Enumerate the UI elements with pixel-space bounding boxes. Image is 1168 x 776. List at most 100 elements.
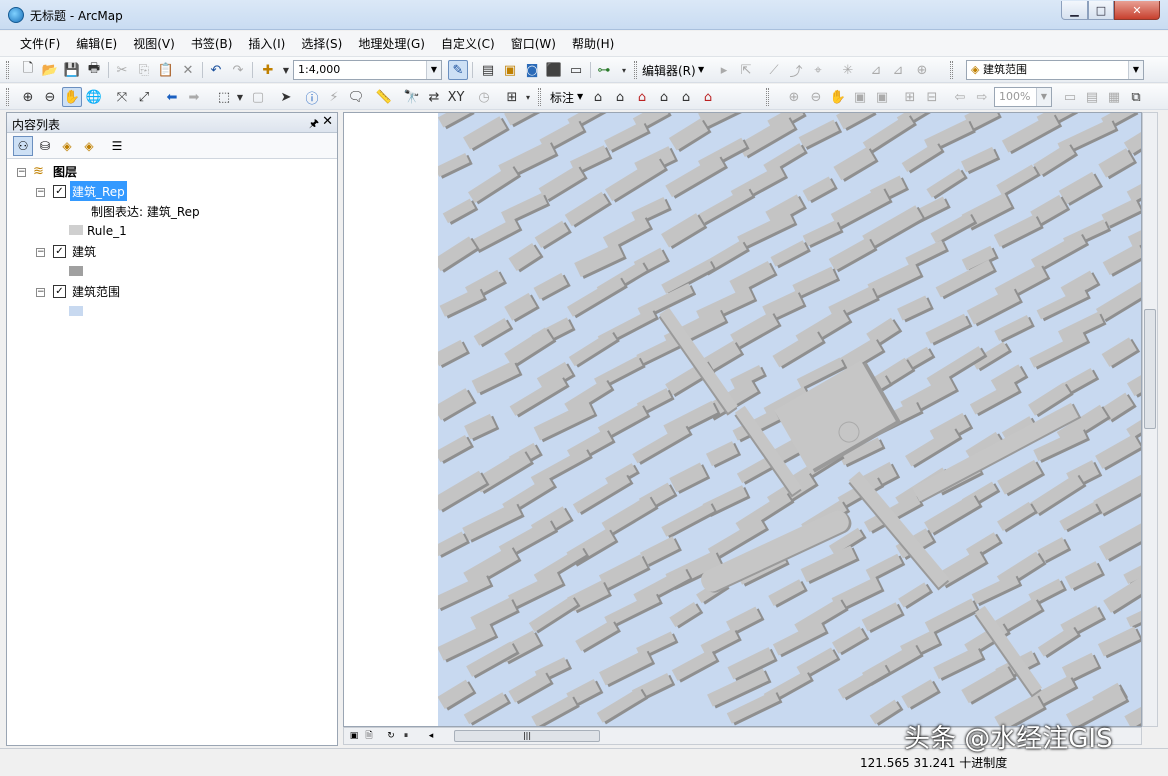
toolbar-overflow-icon[interactable]: ▾ <box>518 87 538 107</box>
straight-segment-icon[interactable]: ⟋ <box>764 60 784 80</box>
zoom-out-icon[interactable]: ⊖ <box>40 87 60 107</box>
zoom-percent-combo[interactable]: 100% ▼ <box>994 87 1052 107</box>
refresh-view-icon[interactable]: ↻ <box>384 730 398 743</box>
label-manager-icon[interactable]: ⌂ <box>588 87 608 107</box>
redo-icon[interactable]: ↷ <box>228 60 248 80</box>
horizontal-scroll-thumb[interactable]: ||| <box>454 730 600 742</box>
catalog-icon[interactable]: ▣ <box>500 60 520 80</box>
toolbar-grip[interactable] <box>766 88 769 106</box>
menu-geoprocessing[interactable]: 地理处理(G) <box>350 33 433 55</box>
layer-name-extent[interactable]: 建筑范围 <box>72 281 120 301</box>
edit-annotation-icon[interactable]: ⇱ <box>736 60 756 80</box>
menu-customize[interactable]: 自定义(C) <box>433 33 503 55</box>
clear-selection-icon[interactable]: ▢ <box>248 87 268 107</box>
undo-icon[interactable]: ↶ <box>206 60 226 80</box>
fixed-layout-zoom-out-icon[interactable]: ⊟ <box>922 87 942 107</box>
full-extent-icon[interactable]: 🌐 <box>84 87 104 107</box>
editor-menu[interactable]: 编辑器(R) <box>642 62 696 79</box>
target-layer-combo[interactable]: ◈ 建筑范围 ▼ <box>966 60 1144 80</box>
map-display[interactable] <box>343 112 1142 727</box>
layer-name-rep[interactable]: 建筑_Rep <box>70 181 127 201</box>
list-by-source-icon[interactable]: ⛁ <box>35 136 55 156</box>
toggle-draft-mode-icon[interactable]: ▭ <box>1060 87 1080 107</box>
toolbar-grip[interactable] <box>6 88 9 106</box>
menu-bookmarks[interactable]: 书签(B) <box>183 33 241 55</box>
cut-polygons-icon[interactable]: ⊕ <box>912 60 932 80</box>
unplaced-labels-icon[interactable]: ⌂ <box>698 87 718 107</box>
layout-forward-icon[interactable]: ⇨ <box>972 87 992 107</box>
vertical-scrollbar[interactable] <box>1142 112 1158 727</box>
toolbar-overflow-icon[interactable]: ▾ <box>614 60 634 80</box>
chevron-down-icon[interactable]: ▼ <box>1128 61 1143 79</box>
focus-data-frame-icon[interactable]: ▤ <box>1082 87 1102 107</box>
rule-symbol-swatch[interactable] <box>69 225 83 235</box>
go-to-xy-icon[interactable]: XY <box>446 87 466 107</box>
add-data-icon[interactable]: ✚ <box>258 60 278 80</box>
layout-view-icon[interactable]: 🗎 <box>362 730 376 743</box>
layer-visibility-checkbox[interactable]: ✓ <box>53 185 66 198</box>
pause-labeling-icon[interactable]: ⌂ <box>654 87 674 107</box>
chevron-down-icon[interactable]: ▼ <box>426 61 441 79</box>
point-icon[interactable]: ✳ <box>838 60 858 80</box>
collapse-layer-icon[interactable]: − <box>36 248 45 257</box>
forward-extent-icon[interactable]: ➡ <box>184 87 204 107</box>
zoom-whole-page-icon[interactable]: ▣ <box>850 87 870 107</box>
delete-icon[interactable]: ✕ <box>178 60 198 80</box>
maximize-button[interactable]: □ <box>1088 1 1114 20</box>
options-icon[interactable]: ☰ <box>107 136 127 156</box>
scale-combo[interactable]: 1:4,000 ▼ <box>293 60 442 80</box>
layout-back-icon[interactable]: ⇦ <box>950 87 970 107</box>
toolbar-grip[interactable] <box>634 61 637 79</box>
fixed-zoom-out-icon[interactable]: ⤢ <box>134 87 154 107</box>
search-window-icon[interactable]: ◙ <box>522 60 542 80</box>
menu-file[interactable]: 文件(F) <box>12 33 68 55</box>
menu-windows[interactable]: 窗口(W) <box>503 33 564 55</box>
labeling-menu[interactable]: 标注 <box>550 89 574 106</box>
pan-icon[interactable]: ✋ <box>62 87 82 107</box>
measure-icon[interactable]: 📏 <box>374 87 394 107</box>
layer-symbol-swatch[interactable] <box>69 306 83 316</box>
layers-root-label[interactable]: 图层 <box>53 161 77 181</box>
identify-icon[interactable]: ⓘ <box>302 87 322 107</box>
new-document-icon[interactable]: 🗋 <box>18 60 38 80</box>
label-weights-icon[interactable]: ⌂ <box>610 87 630 107</box>
zoom-in-icon[interactable]: ⊕ <box>18 87 38 107</box>
collapse-layer-icon[interactable]: − <box>36 288 45 297</box>
pin-icon[interactable]: 🖈 <box>309 115 319 134</box>
list-by-visibility-icon[interactable]: ◈ <box>57 136 77 156</box>
close-button[interactable]: ✕ <box>1114 1 1160 20</box>
fixed-layout-zoom-in-icon[interactable]: ⊞ <box>900 87 920 107</box>
minimize-button[interactable]: ▁ <box>1061 1 1088 20</box>
paste-icon[interactable]: 📋 <box>156 60 176 80</box>
layer-visibility-checkbox[interactable]: ✓ <box>53 285 66 298</box>
toolbar-grip[interactable] <box>538 88 541 106</box>
back-extent-icon[interactable]: ⬅ <box>162 87 182 107</box>
print-icon[interactable]: 🖶 <box>84 60 104 80</box>
arctoolbox-icon[interactable]: ⬛ <box>544 60 564 80</box>
editor-toolbar-icon[interactable]: ✎ <box>448 60 468 80</box>
layout-zoom-out-icon[interactable]: ⊖ <box>806 87 826 107</box>
menu-edit[interactable]: 编辑(E) <box>68 33 125 55</box>
zoom-100-icon[interactable]: ▣ <box>872 87 892 107</box>
collapse-layer-icon[interactable]: − <box>36 188 45 197</box>
python-window-icon[interactable]: ▭ <box>566 60 586 80</box>
layer-name-buildings[interactable]: 建筑 <box>72 241 96 261</box>
menu-help[interactable]: 帮助(H) <box>564 33 622 55</box>
toolbar-grip[interactable] <box>950 61 953 79</box>
fixed-zoom-in-icon[interactable]: ⤧ <box>112 87 132 107</box>
cut-icon[interactable]: ✂ <box>112 60 132 80</box>
editor-dropdown-icon[interactable]: ▼ <box>698 65 704 74</box>
time-slider-icon[interactable]: ◷ <box>474 87 494 107</box>
trace-icon[interactable]: ⌖ <box>808 60 828 80</box>
layout-pan-icon[interactable]: ✋ <box>828 87 848 107</box>
chevron-down-icon[interactable]: ▼ <box>1036 88 1051 106</box>
toolbar-grip[interactable] <box>6 61 9 79</box>
layer-visibility-checkbox[interactable]: ✓ <box>53 245 66 258</box>
collapse-layers-icon[interactable]: − <box>17 168 26 177</box>
hyperlink-icon[interactable]: ⚡ <box>324 87 344 107</box>
pause-drawing-icon[interactable]: ⏸ <box>399 730 413 743</box>
table-window-icon[interactable]: ▤ <box>478 60 498 80</box>
vertical-scroll-thumb[interactable] <box>1144 309 1156 429</box>
list-by-selection-icon[interactable]: ◈ <box>79 136 99 156</box>
open-folder-icon[interactable]: 📂 <box>40 60 60 80</box>
